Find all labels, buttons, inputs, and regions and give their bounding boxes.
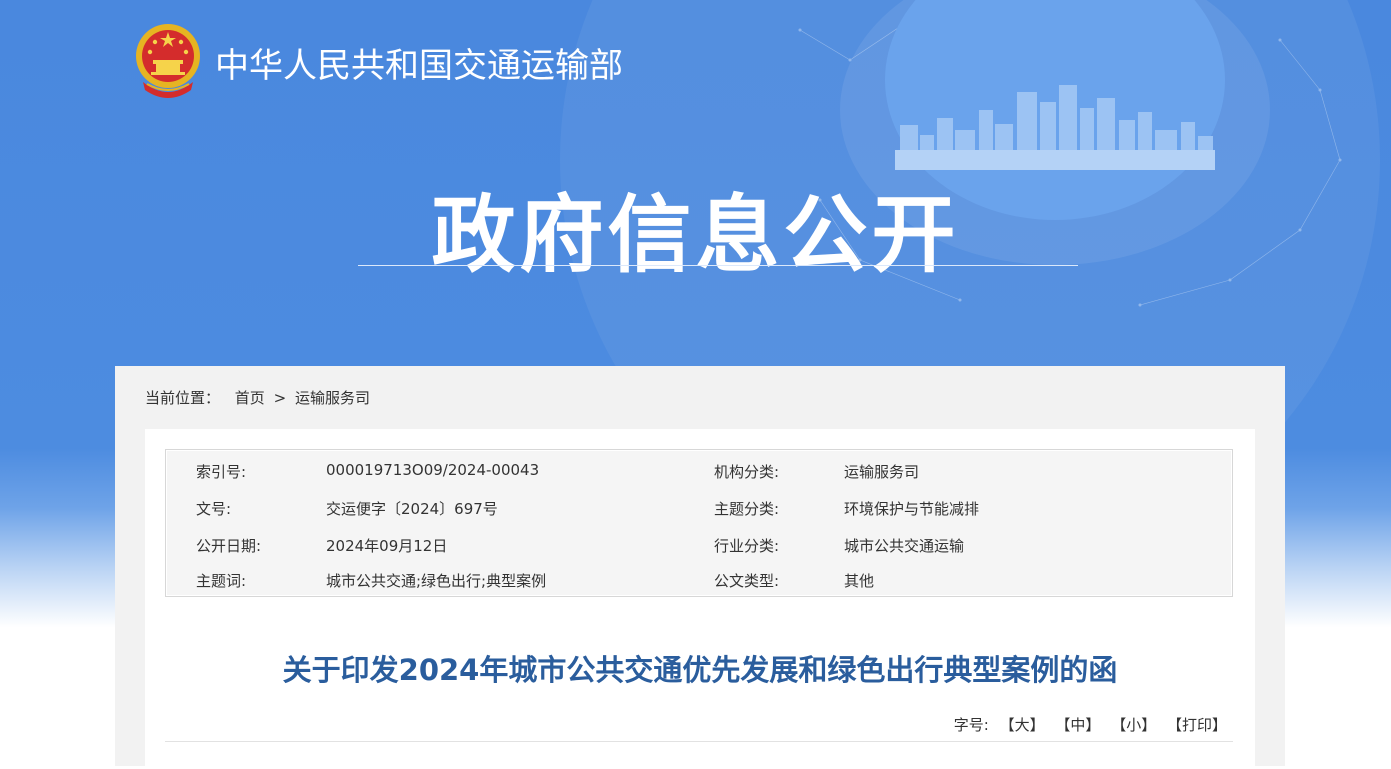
metadata-value: 城市公共交通;绿色出行;典型案例	[326, 572, 547, 590]
metadata-label: 主题分类:	[714, 500, 780, 518]
metadata-label: 公文类型:	[714, 572, 780, 590]
metadata-label: 索引号:	[196, 463, 247, 481]
breadcrumb-prefix: 当前位置：	[145, 389, 221, 407]
breadcrumb: 当前位置： 首页 > 运输服务司	[145, 387, 370, 408]
metadata-label: 文号:	[196, 500, 232, 518]
page-title: 政府信息公开	[431, 186, 960, 284]
metadata-label: 公开日期:	[196, 537, 262, 555]
content-divider	[165, 741, 1233, 742]
font-medium-button[interactable]: 【中】	[1055, 714, 1100, 735]
document-container: 索引号: 000019713O09/2024-00043 机构分类: 运输服务司…	[145, 429, 1255, 769]
font-size-label: 字号:	[953, 716, 989, 734]
document-metadata-table: 索引号: 000019713O09/2024-00043 机构分类: 运输服务司…	[165, 449, 1233, 597]
metadata-row: 主题词: 城市公共交通;绿色出行;典型案例 公文类型: 其他	[166, 570, 1232, 594]
document-title: 关于印发2024年城市公共交通优先发展和绿色出行典型案例的函	[282, 653, 1118, 687]
metadata-value: 其他	[844, 572, 875, 590]
metadata-value: 2024年09月12日	[326, 537, 448, 555]
metadata-row: 索引号: 000019713O09/2024-00043 机构分类: 运输服务司	[166, 461, 1232, 485]
font-small-button[interactable]: 【小】	[1111, 714, 1156, 735]
metadata-label: 主题词:	[196, 572, 247, 590]
metadata-value: 环境保护与节能减排	[844, 500, 980, 518]
metadata-row: 公开日期: 2024年09月12日 行业分类: 城市公共交通运输	[166, 535, 1232, 559]
content-panel: 当前位置： 首页 > 运输服务司 索引号: 000019713O09/2024-…	[115, 366, 1285, 769]
metadata-value: 000019713O09/2024-00043	[326, 461, 540, 479]
metadata-row: 文号: 交运便字〔2024〕697号 主题分类: 环境保护与节能减排	[166, 498, 1232, 522]
print-button[interactable]: 【打印】	[1167, 714, 1227, 735]
title-divider	[358, 265, 1078, 266]
metadata-value: 城市公共交通运输	[844, 537, 965, 555]
font-size-toolbar: 字号: 【大】 【中】 【小】 【打印】	[954, 714, 1227, 735]
ministry-name[interactable]: 中华人民共和国交通运输部	[215, 38, 623, 87]
font-large-button[interactable]: 【大】	[1000, 714, 1045, 735]
metadata-label: 机构分类:	[714, 463, 780, 481]
breadcrumb-current-link[interactable]: 运输服务司	[295, 387, 370, 408]
city-skyline-graphic	[895, 85, 1215, 170]
metadata-label: 行业分类:	[714, 537, 780, 555]
metadata-value: 交运便字〔2024〕697号	[326, 500, 498, 518]
metadata-value: 运输服务司	[844, 463, 920, 481]
breadcrumb-separator: >	[273, 389, 287, 407]
national-emblem-icon	[136, 24, 200, 98]
breadcrumb-home-link[interactable]: 首页	[235, 387, 265, 408]
